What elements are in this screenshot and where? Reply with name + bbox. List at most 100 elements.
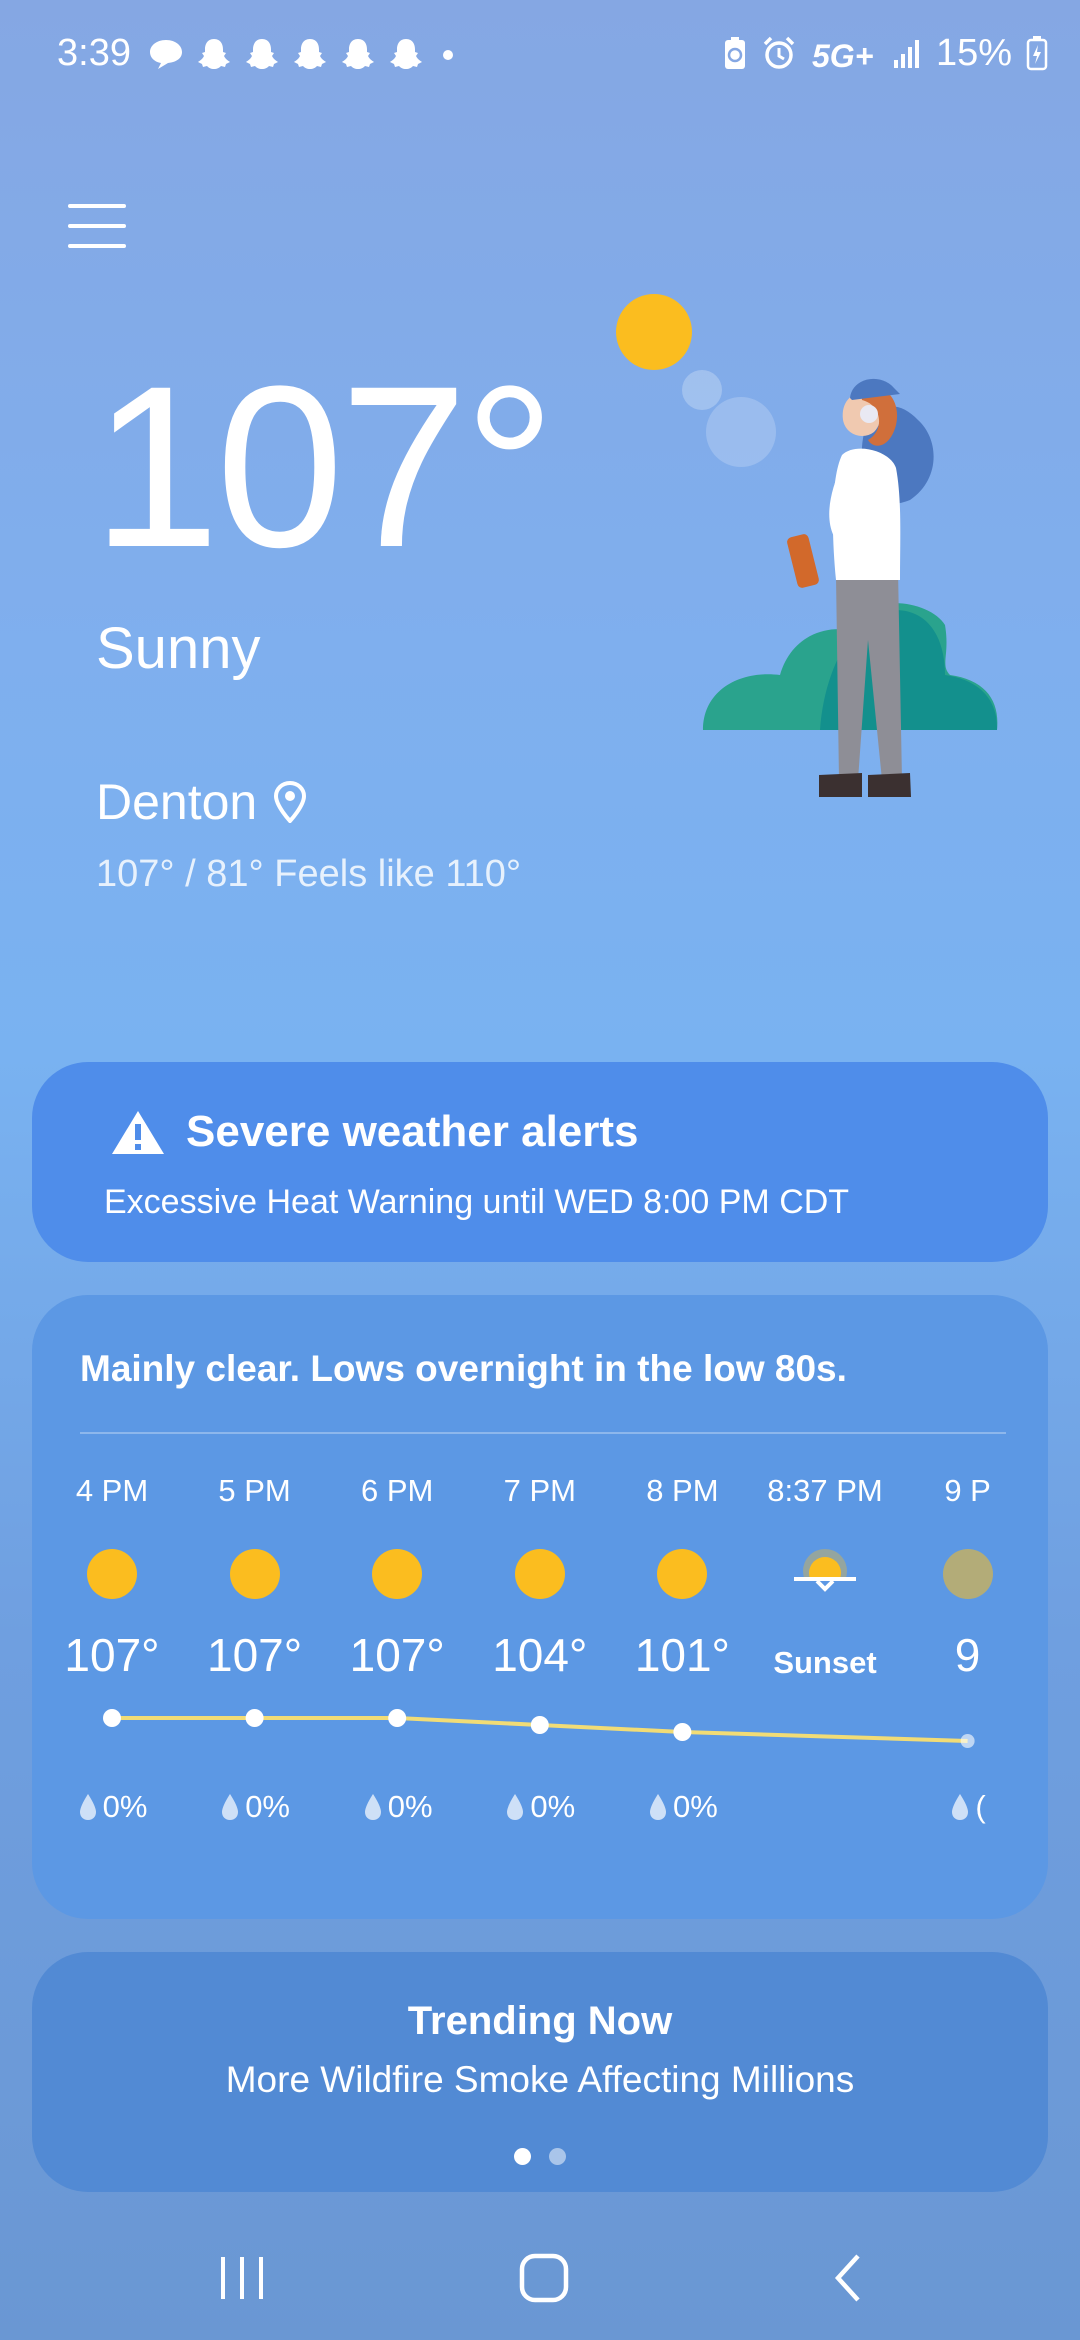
sun-icon — [372, 1549, 423, 1599]
home-button[interactable] — [484, 2215, 604, 2340]
alert-title-row: Severe weather alerts — [110, 1104, 639, 1160]
trending-now-card[interactable]: Trending Now More Wildfire Smoke Affecti… — [32, 1952, 1048, 2192]
illustration-headphone — [860, 405, 878, 423]
precipitation-chance: 0% — [184, 1787, 326, 1827]
precipitation-value: 0% — [245, 1789, 290, 1824]
forecast-summary: Mainly clear. Lows overnight in the low … — [80, 1348, 847, 1389]
illustration-shoe — [868, 773, 911, 797]
precipitation-chance: 0% — [611, 1787, 753, 1827]
menu-icon[interactable] — [62, 196, 132, 256]
temperature-point — [960, 1734, 975, 1748]
signal-icon — [893, 40, 919, 68]
precipitation-chance: 0% — [41, 1787, 183, 1827]
status-bar: 3:39 5G+ 15% — [0, 0, 1080, 105]
sun-icon — [87, 1549, 137, 1599]
raindrop-icon — [222, 1794, 239, 1820]
illustration-cloud-puff — [706, 397, 776, 467]
precipitation-value: 0% — [672, 1789, 718, 1824]
trending-headline: More Wildfire Smoke Affecting Millions — [225, 2059, 855, 2100]
precipitation-chance: 0% — [469, 1787, 611, 1827]
precipitation-value: ( — [975, 1789, 986, 1824]
snapchat-icon — [390, 39, 422, 69]
moon-icon — [942, 1549, 993, 1599]
illustration-sun — [616, 294, 692, 370]
page-indicator — [32, 2148, 1048, 2165]
hour-label: 7 PM — [503, 1473, 576, 1508]
more-dot-icon — [443, 50, 453, 60]
hour-temperature: 104° — [492, 1629, 588, 1681]
precipitation-value: 0% — [387, 1789, 433, 1824]
messages-icon — [150, 40, 182, 69]
back-icon — [834, 2253, 860, 2302]
illustration-cap — [850, 378, 900, 400]
status-time: 3:39 — [57, 32, 131, 74]
sunset-label: Sunset — [773, 1645, 877, 1680]
snapchat-icon — [198, 39, 230, 69]
snapchat-icon — [246, 39, 278, 69]
raindrop-icon — [364, 1794, 381, 1820]
alert-subtitle: Excessive Heat Warning until WED 8:00 PM… — [104, 1183, 850, 1221]
location-name: Denton — [96, 774, 258, 830]
recycle-battery-icon — [724, 37, 745, 69]
battery-percent: 15% — [935, 32, 1012, 74]
trending-title: Trending Now — [407, 1999, 673, 2043]
forecast-divider — [80, 1432, 1006, 1434]
precipitation-value: 0% — [530, 1789, 576, 1824]
severe-weather-alert-card[interactable]: Severe weather alerts Excessive Heat War… — [32, 1062, 1048, 1262]
hour-label: 9 P — [944, 1473, 991, 1508]
current-temperature: 107° — [92, 338, 556, 595]
location[interactable]: Denton — [96, 770, 307, 834]
hourly-forecast-card: Mainly clear. Lows overnight in the low … — [32, 1295, 1048, 1919]
alarm-icon — [763, 36, 795, 69]
notification-icons — [148, 32, 460, 76]
hour-temperature: 9 — [954, 1629, 981, 1681]
temperature-point — [530, 1716, 549, 1734]
snapchat-icon — [294, 39, 326, 69]
hour-label: 8:37 PM — [767, 1473, 883, 1508]
page-dot — [549, 2148, 566, 2165]
raindrop-icon — [507, 1794, 524, 1820]
alert-title: Severe weather alerts — [186, 1107, 639, 1156]
temperature-point — [673, 1723, 692, 1741]
hour-label: 4 PM — [75, 1473, 149, 1508]
precipitation-value: 0% — [102, 1789, 148, 1824]
illustration-cloud-puff — [682, 370, 722, 410]
snapchat-icon — [342, 39, 374, 69]
temperature-point — [103, 1709, 121, 1727]
home-icon — [519, 2253, 569, 2302]
precipitation-chance: ( — [897, 1787, 1004, 1827]
hour-temperature: 107° — [207, 1629, 303, 1681]
battery-charging-icon — [1026, 36, 1048, 71]
current-condition: Sunny — [96, 616, 261, 681]
network-5g-icon: 5G+ — [812, 38, 873, 73]
warning-icon — [112, 1111, 164, 1154]
temperature-point — [245, 1709, 264, 1727]
sun-icon — [229, 1549, 280, 1599]
menu-line — [68, 204, 126, 208]
menu-line — [68, 244, 126, 248]
weather-illustration — [616, 294, 998, 797]
illustration-shoe — [819, 773, 862, 797]
raindrop-icon — [952, 1794, 969, 1820]
raindrop-icon — [649, 1794, 666, 1820]
hour-label: 8 PM — [646, 1473, 719, 1508]
precipitation-chance: 0% — [326, 1787, 468, 1827]
svg-text:5G+: 5G+ — [812, 38, 873, 73]
hour-label: 6 PM — [361, 1473, 434, 1508]
page-dot-active — [514, 2148, 531, 2165]
menu-line — [68, 224, 126, 228]
location-pin-icon — [274, 781, 307, 823]
hour-temperature: 101° — [634, 1629, 730, 1681]
hi-lo-feels-like: 107° / 81° Feels like 110° — [96, 853, 522, 895]
sun-icon — [514, 1549, 565, 1599]
temperature-point — [388, 1709, 407, 1727]
hour-label: 5 PM — [218, 1473, 291, 1508]
hourly-forecast-scroller[interactable]: 4 PM 107° 0% 5 PM 107° 0% 6 PM 107° 0% 7 PM 104° 0%… — [32, 1435, 1004, 1919]
raindrop-icon — [79, 1794, 96, 1820]
recents-button[interactable] — [182, 2215, 302, 2340]
navigation-bar — [0, 2215, 1080, 2340]
hour-temperature: 107° — [64, 1629, 160, 1681]
recents-icon — [221, 2256, 263, 2299]
sunset-icon — [790, 1549, 860, 1603]
back-button[interactable] — [788, 2215, 908, 2340]
